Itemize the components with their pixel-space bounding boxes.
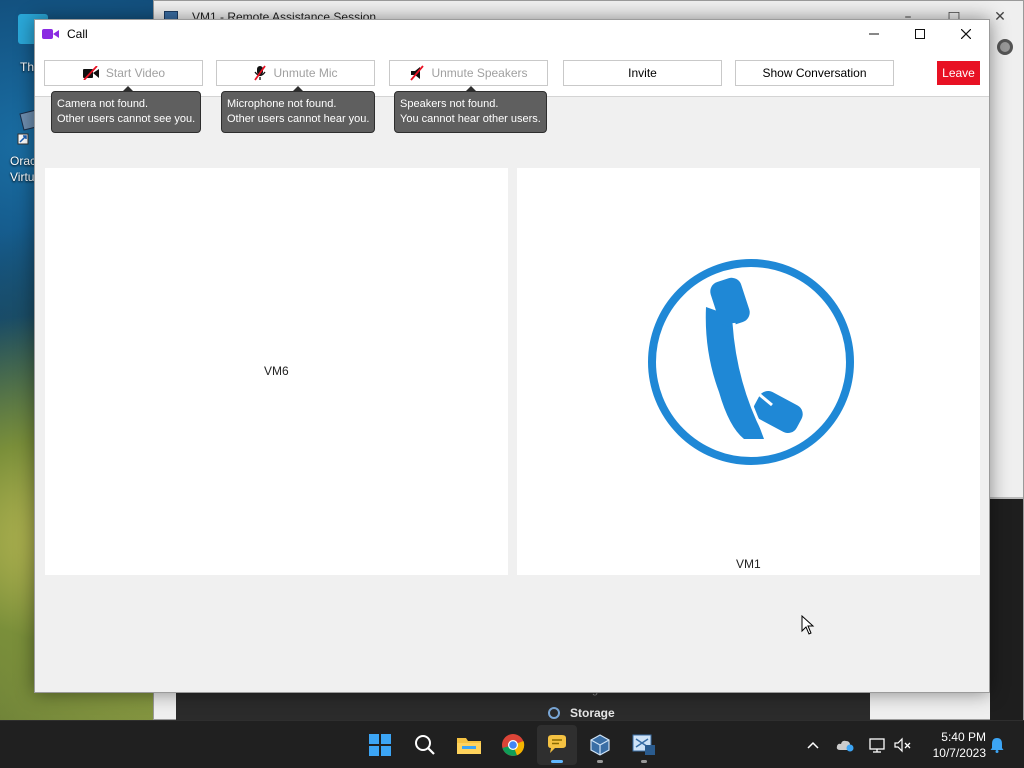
notifications-button[interactable] <box>988 721 1006 768</box>
speaker-off-icon <box>410 65 425 81</box>
close-icon <box>961 29 971 39</box>
camera-tooltip-line2: Other users cannot see you. <box>57 113 196 125</box>
cloud-icon <box>836 740 854 752</box>
chrome-icon <box>502 734 525 756</box>
file-explorer-button[interactable] <box>449 725 489 765</box>
file-explorer-icon <box>457 738 481 754</box>
start-video-label: Start Video <box>105 66 166 80</box>
show-conversation-label: Show Conversation <box>762 66 867 80</box>
taskbar: 5:40 PM 10/7/2023 <box>0 720 1024 768</box>
participant-name: VM1 <box>736 557 761 571</box>
network-icon <box>869 738 885 753</box>
speaker-muted-icon <box>894 737 911 753</box>
chevron-up-icon <box>807 741 819 749</box>
camera-tooltip-line1: Camera not found. <box>57 98 149 110</box>
system-clock[interactable]: 5:40 PM 10/7/2023 <box>918 729 986 761</box>
onedrive-tray-button[interactable] <box>834 721 856 768</box>
speakers-tooltip-line1: Speakers not found. <box>400 98 499 110</box>
show-hidden-icons-button[interactable] <box>803 721 823 768</box>
minimize-icon <box>869 33 879 35</box>
virtualbox-button[interactable] <box>580 725 620 765</box>
maximize-icon <box>915 29 925 39</box>
unmute-mic-button[interactable]: Unmute Mic <box>216 60 375 86</box>
show-conversation-button[interactable]: Show Conversation <box>735 60 894 86</box>
clock-date: 10/7/2023 <box>932 746 986 760</box>
vm-app-button[interactable] <box>624 725 664 765</box>
mouse-cursor-icon <box>801 615 815 635</box>
gear-icon[interactable] <box>997 39 1013 55</box>
desktop-icon-label: Virtu <box>10 170 35 184</box>
storage-icon <box>548 707 560 719</box>
active-indicator <box>551 760 563 763</box>
maximize-button[interactable] <box>897 20 943 48</box>
leave-label: Leave <box>942 66 975 80</box>
desktop-icon-label: Orac <box>10 154 37 168</box>
call-window-controls <box>851 20 989 48</box>
mic-tooltip-line1: Microphone not found. <box>227 98 337 110</box>
unmute-mic-label: Unmute Mic <box>273 66 338 80</box>
chat-app-button[interactable] <box>537 725 577 765</box>
storage-label: Storage <box>570 706 615 720</box>
volume-tray-button[interactable] <box>892 721 914 768</box>
call-titlebar[interactable]: Call <box>35 20 989 48</box>
unmute-speakers-label: Unmute Speakers <box>431 66 528 80</box>
unmute-speakers-button[interactable]: Unmute Speakers <box>389 60 548 86</box>
vm-app-icon <box>632 734 655 755</box>
start-icon <box>369 734 391 756</box>
virtualbox-icon <box>590 734 610 756</box>
mic-off-icon <box>254 65 267 81</box>
network-tray-button[interactable] <box>866 721 888 768</box>
call-window-title: Call <box>67 27 88 41</box>
invite-label: Invite <box>628 66 657 80</box>
minimize-button[interactable] <box>851 20 897 48</box>
video-off-icon <box>82 66 99 80</box>
call-window[interactable]: Call Start Video Unmute Mic Unmute Speak… <box>34 19 990 693</box>
participant-tile-vm1[interactable]: VM1 <box>517 168 980 575</box>
phone-call-icon <box>648 259 854 465</box>
storage-section[interactable]: Storage <box>548 706 615 720</box>
bell-icon <box>990 738 1004 753</box>
video-camera-icon <box>42 29 59 39</box>
leave-button[interactable]: Leave <box>937 61 980 85</box>
invite-button[interactable]: Invite <box>563 60 722 86</box>
microphone-tooltip: Microphone not found. Other users cannot… <box>221 86 376 133</box>
start-video-button[interactable]: Start Video <box>44 60 203 86</box>
remote-screen-area <box>990 497 1023 721</box>
running-indicator <box>597 760 603 763</box>
running-indicator <box>641 760 647 763</box>
chat-app-icon <box>548 735 566 753</box>
call-toolbar: Start Video Unmute Mic Unmute Speakers I… <box>35 48 989 97</box>
speakers-tooltip-line2: You cannot hear other users. <box>400 113 541 125</box>
chrome-button[interactable] <box>493 725 533 765</box>
search-button[interactable] <box>405 725 445 765</box>
participant-tile-vm6[interactable]: VM6 <box>45 168 508 575</box>
desktop-icon-label: Th <box>20 60 35 74</box>
speakers-tooltip: Speakers not found. You cannot hear othe… <box>394 86 547 133</box>
mic-tooltip-line2: Other users cannot hear you. <box>227 113 370 125</box>
close-button[interactable] <box>943 20 989 48</box>
start-button[interactable] <box>360 725 400 765</box>
camera-tooltip: Camera not found. Other users cannot see… <box>51 86 202 133</box>
clock-time: 5:40 PM <box>941 730 986 744</box>
participant-name: VM6 <box>264 364 289 378</box>
search-icon <box>415 735 435 755</box>
